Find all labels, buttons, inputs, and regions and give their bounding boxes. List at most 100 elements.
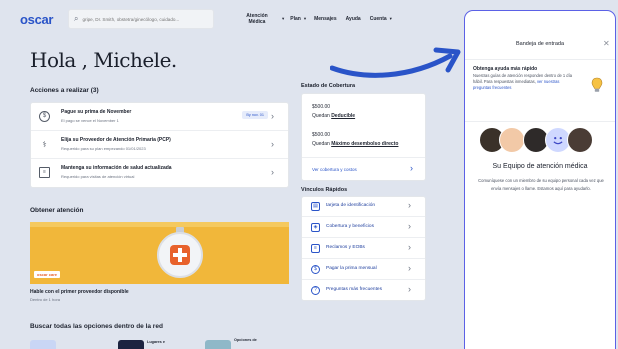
avatar — [567, 127, 593, 153]
nav-plan[interactable]: Plan — [290, 16, 301, 22]
quick-link[interactable]: ▤ tarjeta de identificación › — [302, 197, 425, 217]
team-text: Comuníquese con un miembro de su equipo … — [478, 178, 604, 191]
chevron-right-icon: › — [408, 221, 411, 231]
app: oscar ⌕ Atención Médica ▾ Plan ▾ Mensaje… — [0, 0, 618, 349]
divider — [465, 59, 615, 60]
quick-link[interactable]: ≡ Reclamos y EOBs › — [302, 239, 425, 259]
due-badge: By nov. 01 — [242, 111, 268, 119]
nav-atencion-medica[interactable]: Atención Médica — [242, 13, 272, 25]
network-tile-label: Lugares e — [147, 340, 165, 344]
care-team-avatars — [479, 127, 603, 159]
top-nav: oscar ⌕ Atención Médica ▾ Plan ▾ Mensaje… — [20, 8, 460, 30]
action-title: Elija su Proveedor de Atención Primaria … — [61, 137, 171, 143]
action-title: Mantenga su información de salud actuali… — [61, 165, 172, 171]
shield-icon: ◈ — [311, 223, 320, 232]
search-box[interactable]: ⌕ — [68, 9, 214, 29]
greeting-title: Hola , Michele. — [30, 48, 177, 72]
banner-stripe — [30, 222, 289, 227]
question-icon: ? — [311, 286, 320, 295]
drawer-header: Bandeja de entrada ✕ — [465, 11, 615, 62]
stethoscope-icon: ⚕ — [42, 140, 47, 149]
nav-menu: Atención Médica ▾ Plan ▾ Mensajes Ayuda … — [242, 13, 392, 25]
coverage-prefix: Quedan — [312, 141, 330, 147]
avatar — [499, 127, 525, 153]
nav-cuenta[interactable]: Cuenta — [370, 16, 387, 22]
care-card-subtitle: Dentro de 1 hora — [30, 297, 61, 302]
quick-link-label: tarjeta de identificación — [326, 203, 376, 208]
chevron-down-icon: ▾ — [282, 16, 285, 21]
medical-cross-icon — [170, 245, 190, 265]
search-icon: ⌕ — [74, 14, 79, 23]
care-title: Obtener atención — [30, 207, 84, 214]
quick-link-label: Cobertura y beneficios — [326, 224, 374, 229]
chevron-right-icon: › — [271, 139, 274, 149]
dollar-icon: $ — [39, 111, 50, 122]
coverage-amount: $500.00 — [312, 132, 331, 138]
quick-link[interactable]: ? Preguntas más frecuentes › — [302, 281, 425, 301]
coverage-line: Quedan Máximo desembolso directo — [312, 141, 398, 147]
action-item[interactable]: ⚕ Elija su Proveedor de Atención Primari… — [31, 131, 288, 159]
arrow-icon — [330, 47, 461, 78]
chevron-right-icon[interactable]: › — [410, 163, 413, 173]
coverage-amount: $500.00 — [312, 104, 331, 110]
network-tile-icon[interactable] — [118, 340, 144, 349]
network-tile-icon[interactable] — [205, 340, 231, 349]
oscar-care-banner[interactable]: oscar care — [30, 222, 289, 284]
nav-label: Cuenta — [369, 16, 387, 22]
action-item[interactable]: ≡ Mantenga su información de salud actua… — [31, 159, 288, 187]
quick-link-label: Pagar la prima mensual — [326, 266, 377, 271]
quick-links-title: Vínculos Rápidos — [301, 187, 348, 193]
actions-title: Acciones a realizar (3) — [30, 87, 99, 94]
quick-links-card: ▤ tarjeta de identificación › ◈ Cobertur… — [301, 196, 426, 301]
action-item[interactable]: $ Pague su prima de November El pago se … — [31, 103, 288, 131]
drawer-title: Bandeja de entrada — [515, 41, 564, 47]
chevron-right-icon: › — [271, 111, 274, 121]
quick-link[interactable]: ◈ Cobertura y beneficios › — [302, 218, 425, 238]
chevron-right-icon: › — [408, 284, 411, 294]
chevron-right-icon: › — [408, 200, 411, 210]
document-icon: ≡ — [311, 244, 320, 253]
network-tile-label: Opciones de — [234, 338, 257, 342]
nav-label: Atención Médica — [246, 13, 268, 25]
nav-label: Plan — [290, 16, 301, 22]
actions-card: $ Pague su prima de November El pago se … — [30, 102, 289, 188]
inbox-drawer: Bandeja de entrada ✕ Obtenga ayuda más r… — [464, 10, 616, 349]
network-tile-icon[interactable] — [30, 340, 56, 349]
coverage-prefix: Quedan — [312, 113, 330, 119]
help-text: Nuestras guías de atención responden den… — [473, 73, 578, 90]
search-input[interactable] — [82, 16, 207, 22]
action-title: Pague su prima de November — [61, 109, 132, 115]
clipboard-icon: ≡ — [39, 167, 50, 178]
action-subtitle: Requerido para visitas de atención virtu… — [61, 174, 135, 179]
id-card-icon: ▤ — [311, 202, 320, 211]
coverage-card: $500.00 Quedan Deducible $500.00 Quedan … — [301, 93, 426, 181]
nav-ayuda[interactable]: Ayuda — [346, 16, 361, 22]
coverage-link[interactable]: Ver cobertura y costos — [312, 167, 357, 172]
coverage-label[interactable]: Deducible — [331, 113, 355, 119]
coverage-label[interactable]: Máximo desembolso directo — [331, 141, 398, 147]
action-subtitle: El pago se vence el November 1 — [61, 118, 119, 123]
help-title: Obtenga ayuda más rápido — [473, 66, 538, 72]
quick-link-label: Preguntas más frecuentes — [326, 287, 382, 292]
close-icon[interactable]: ✕ — [603, 39, 610, 48]
chevron-down-icon: ▾ — [303, 16, 307, 21]
lightbulb-icon — [591, 77, 603, 92]
nav-label: Ayuda — [345, 16, 361, 22]
chevron-right-icon: › — [408, 263, 411, 273]
quick-link-label: Reclamos y EOBs — [326, 245, 365, 250]
oscar-logo[interactable]: oscar — [20, 12, 60, 27]
team-title: Su Equipo de atención médica — [492, 163, 588, 170]
quick-link[interactable]: $ Pagar la prima mensual › — [302, 260, 425, 280]
network-title: Buscar todas las opciones dentro de la r… — [30, 323, 163, 330]
chevron-right-icon: › — [408, 242, 411, 252]
chevron-down-icon: ▾ — [389, 16, 392, 21]
dollar-icon: $ — [311, 265, 320, 274]
coverage-title: Estado de Cobertura — [301, 83, 356, 89]
nav-mensajes[interactable]: Mensajes — [314, 16, 337, 22]
care-card-title[interactable]: Hable con el primer proveedor disponible — [30, 289, 129, 295]
action-subtitle: Requerido para su plan empezando 01/01/2… — [61, 146, 146, 151]
coverage-line: Quedan Deducible — [312, 113, 355, 119]
divider — [465, 121, 615, 122]
nav-label: Mensajes — [314, 16, 337, 22]
chevron-right-icon: › — [271, 167, 274, 177]
